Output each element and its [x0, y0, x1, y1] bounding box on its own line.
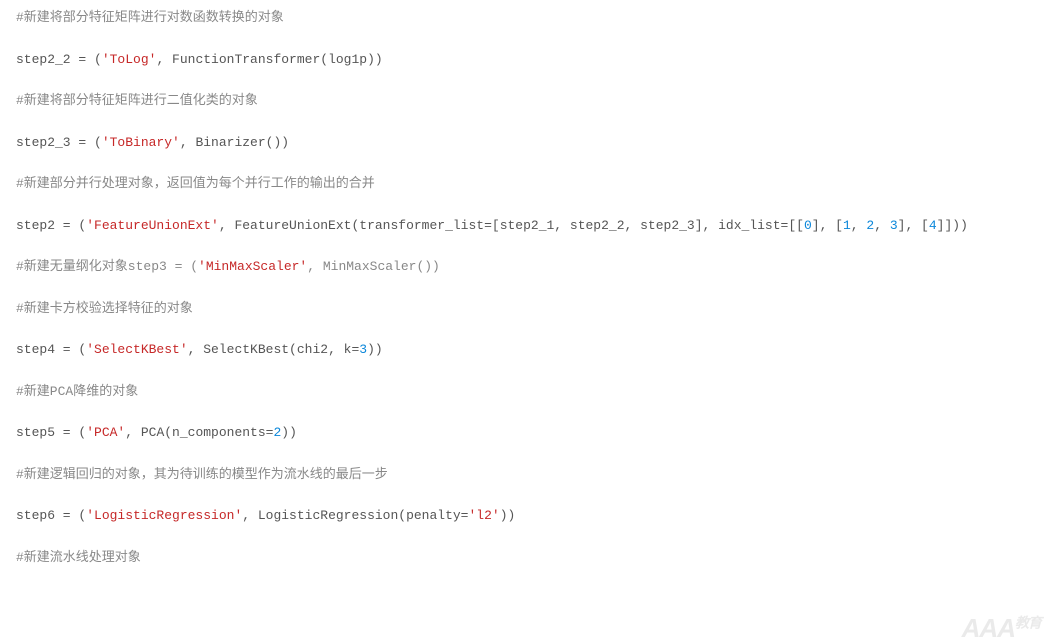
code-token-plain: )) [367, 342, 383, 357]
code-token-plain: step2_2 = ( [16, 52, 102, 67]
code-token-comment: #新建PCA降维的对象 [16, 384, 138, 399]
code-block: #新建将部分特征矩阵进行对数函数转换的对象 step2_2 = ('ToLog',… [16, 8, 1029, 567]
code-token-comment: #新建卡方校验选择特征的对象 [16, 301, 193, 316]
code-token-plain: , LogisticRegression(penalty= [242, 508, 468, 523]
code-token-plain: )) [500, 508, 516, 523]
code-token-plain: step2_3 = ( [16, 135, 102, 150]
code-token-plain: ]])) [937, 218, 968, 233]
code-token-number: 3 [890, 218, 898, 233]
code-token-plain: step4 = ( [16, 342, 86, 357]
code-line: #新建流水线处理对象 [16, 548, 1029, 568]
code-token-string: 'PCA' [86, 425, 125, 440]
code-line: #新建无量纲化对象step3 = ('MinMaxScaler', MinMax… [16, 257, 1029, 277]
code-token-number: 1 [843, 218, 851, 233]
code-line: step2_3 = ('ToBinary', Binarizer()) [16, 133, 1029, 153]
watermark-suffix: 教育 [1015, 614, 1041, 630]
code-token-comment: #新建部分并行处理对象，返回值为每个并行工作的输出的合并 [16, 176, 375, 191]
code-token-comment: #新建流水线处理对象 [16, 550, 141, 565]
code-line: step6 = ('LogisticRegression', LogisticR… [16, 506, 1029, 526]
watermark-main: AAA [962, 613, 1015, 643]
code-token-comment: #新建将部分特征矩阵进行二值化类的对象 [16, 93, 258, 108]
code-line: step5 = ('PCA', PCA(n_components=2)) [16, 423, 1029, 443]
code-line: #新建逻辑回归的对象，其为待训练的模型作为流水线的最后一步 [16, 465, 1029, 485]
code-token-string: 'ToBinary' [102, 135, 180, 150]
code-token-comment: , MinMaxScaler()) [307, 259, 440, 274]
code-token-plain: , FeatureUnionExt(transformer_list=[step… [219, 218, 804, 233]
code-token-string: 'l2' [469, 508, 500, 523]
code-line: step4 = ('SelectKBest', SelectKBest(chi2… [16, 340, 1029, 360]
code-token-number: 0 [804, 218, 812, 233]
code-token-plain: , [874, 218, 890, 233]
code-token-plain: step2 = ( [16, 218, 86, 233]
code-line: #新建部分并行处理对象，返回值为每个并行工作的输出的合并 [16, 174, 1029, 194]
code-token-string: 'FeatureUnionExt' [86, 218, 219, 233]
code-token-number: 3 [359, 342, 367, 357]
code-token-string: 'SelectKBest' [86, 342, 187, 357]
code-line: #新建卡方校验选择特征的对象 [16, 299, 1029, 319]
code-line: #新建将部分特征矩阵进行对数函数转换的对象 [16, 8, 1029, 28]
code-token-plain: , [851, 218, 867, 233]
code-token-string: 'LogisticRegression' [86, 508, 242, 523]
code-token-comment: #新建逻辑回归的对象，其为待训练的模型作为流水线的最后一步 [16, 467, 388, 482]
code-token-plain: step6 = ( [16, 508, 86, 523]
code-token-number: 4 [929, 218, 937, 233]
code-token-plain: , Binarizer()) [180, 135, 289, 150]
code-token-plain: )) [281, 425, 297, 440]
code-token-plain: ], [ [898, 218, 929, 233]
code-token-comment: #新建无量纲化对象step3 = ( [16, 259, 198, 274]
watermark: AAA教育 [962, 615, 1041, 641]
code-token-string: 'ToLog' [102, 52, 157, 67]
code-line: #新建将部分特征矩阵进行二值化类的对象 [16, 91, 1029, 111]
code-token-string: 'MinMaxScaler' [198, 259, 307, 274]
code-line: #新建PCA降维的对象 [16, 382, 1029, 402]
code-token-plain: step5 = ( [16, 425, 86, 440]
code-line: step2 = ('FeatureUnionExt', FeatureUnion… [16, 216, 1029, 236]
code-token-comment: #新建将部分特征矩阵进行对数函数转换的对象 [16, 10, 284, 25]
code-token-plain: , FunctionTransformer(log1p)) [156, 52, 382, 67]
code-token-plain: ], [ [812, 218, 843, 233]
code-token-plain: , PCA(n_components= [125, 425, 273, 440]
code-line: step2_2 = ('ToLog', FunctionTransformer(… [16, 50, 1029, 70]
code-token-plain: , SelectKBest(chi2, k= [188, 342, 360, 357]
